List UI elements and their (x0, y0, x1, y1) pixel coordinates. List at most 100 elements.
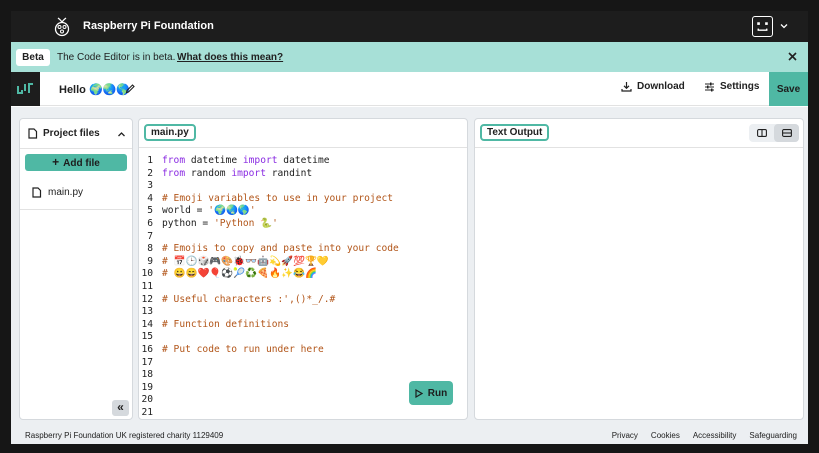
code-line: 1 from datetime import datetime (139, 155, 399, 168)
output-tab-bar: Text Output (475, 119, 803, 148)
code-line: 3 (139, 180, 399, 193)
stacked-view-button[interactable] (774, 124, 799, 142)
run-button[interactable]: Run (409, 381, 453, 405)
code-token: from (162, 167, 186, 179)
workspace: Project files + Add file main.py « main.p… (11, 107, 808, 426)
code-token: world = (162, 205, 209, 217)
code-token: # Function definitions (162, 318, 290, 330)
footer-links: Privacy Cookies Accessibility Safeguardi… (612, 431, 797, 440)
line-number: 9 (147, 255, 153, 267)
line-number: 12 (141, 293, 153, 305)
code-token: # Emoji variables to use in your project (162, 192, 394, 204)
divider (20, 148, 132, 149)
code-line: 6 python = 'Python 🐍' (139, 218, 399, 231)
columns-icon (756, 129, 767, 137)
code-line: 12 # Useful characters :',()*_/.# (139, 294, 399, 307)
settings-button[interactable]: Settings (704, 81, 759, 92)
privacy-link[interactable]: Privacy (612, 431, 638, 440)
divider (20, 209, 132, 210)
project-bar: Hello 🌍🌏🌎 Download Settings Save (11, 72, 808, 106)
download-button[interactable]: Download (621, 81, 685, 92)
code-token: # 📅🕒🎲🎮🎨🐞👓🤖💫🚀💯🏆💛 (162, 255, 329, 267)
tab-main-py[interactable]: main.py (144, 124, 196, 141)
line-number: 2 (147, 167, 153, 179)
save-button[interactable]: Save (769, 72, 808, 106)
line-number: 19 (141, 381, 153, 393)
cookies-link[interactable]: Cookies (651, 431, 680, 440)
close-icon[interactable] (786, 50, 799, 63)
output-panel: Text Output (474, 118, 804, 420)
plus-icon: + (52, 155, 60, 169)
beta-banner: Beta The Code Editor is in beta. What do… (11, 42, 808, 72)
code-line: 4 # Emoji variables to use in your projec… (139, 193, 399, 206)
line-number: 11 (141, 280, 153, 292)
code-token: # 😀😄❤️🎈⚽🎾♻️🍕🔥✨😂🌈 (162, 268, 317, 280)
app-window: Raspberry Pi Foundation Beta The Code Ed… (11, 11, 808, 444)
code-line: 17 (139, 357, 399, 370)
line-number: 3 (147, 180, 153, 192)
line-number: 1 (147, 155, 153, 166)
add-file-button[interactable]: + Add file (25, 154, 127, 171)
code-token: # Useful characters :',()*_/.# (162, 293, 336, 305)
line-number: 7 (147, 230, 153, 242)
chevron-down-icon[interactable] (779, 21, 789, 31)
line-number: 13 (141, 306, 153, 318)
code-line: 18 (139, 369, 399, 382)
file-item-label: main.py (48, 187, 84, 198)
code-token: import (231, 167, 266, 179)
settings-label: Settings (720, 81, 760, 92)
chevron-up-icon[interactable] (117, 130, 126, 139)
code-line: 7 (139, 231, 399, 244)
site-header: Raspberry Pi Foundation (11, 11, 808, 42)
accessibility-link[interactable]: Accessibility (693, 431, 737, 440)
code-token: datetime (185, 155, 243, 166)
beta-info-link[interactable]: What does this mean? (177, 52, 283, 63)
code-line: 16 # Put code to run under here (139, 344, 399, 357)
code-line: 15 (139, 331, 399, 344)
line-number: 10 (141, 268, 153, 280)
code-token: 'Python 🐍' (213, 217, 278, 229)
code-area[interactable]: 1 from datetime import datetime 2 from rand… (139, 155, 399, 419)
code-token: randint (265, 167, 313, 179)
code-token: # Put code to run under here (162, 343, 324, 355)
code-token: from (162, 155, 186, 166)
charity-text: Raspberry Pi Foundation UK registered ch… (25, 431, 224, 440)
line-number: 16 (141, 343, 153, 355)
line-number: 4 (147, 192, 153, 204)
line-number: 14 (141, 318, 153, 330)
code-line: 2 from random import randint (139, 168, 399, 181)
code-token: python = (162, 217, 214, 229)
pencil-icon[interactable] (125, 83, 136, 94)
code-token: datetime (277, 155, 330, 166)
code-editor-logo-icon (17, 83, 33, 94)
line-number: 6 (147, 217, 153, 229)
rows-icon (781, 129, 792, 137)
line-number: 18 (141, 369, 153, 381)
robot-avatar-icon[interactable] (752, 16, 773, 37)
line-number: 21 (141, 406, 153, 418)
line-number: 8 (147, 243, 153, 255)
file-item-main-py[interactable]: main.py (31, 187, 83, 198)
file-icon (32, 187, 42, 198)
code-token: random (185, 167, 232, 179)
code-line: 21 (139, 406, 399, 419)
code-line: 11 (139, 281, 399, 294)
split-view-button[interactable] (749, 124, 774, 142)
safeguarding-link[interactable]: Safeguarding (749, 431, 797, 440)
site-footer: Raspberry Pi Foundation UK registered ch… (11, 426, 808, 444)
code-editor-logo[interactable] (11, 72, 40, 106)
line-number: 17 (141, 356, 153, 368)
project-name: Hello 🌍🌏🌎 (59, 84, 131, 96)
org-name[interactable]: Raspberry Pi Foundation (83, 20, 214, 32)
raspberry-logo-icon[interactable] (52, 16, 72, 38)
code-line: 20 (139, 394, 399, 407)
add-file-label: Add file (63, 158, 100, 169)
code-line: 19 (139, 382, 399, 395)
code-line: 9 # 📅🕒🎲🎮🎨🐞👓🤖💫🚀💯🏆💛 (139, 256, 399, 269)
code-token: '🌍🌏🌎' (208, 205, 256, 217)
collapse-sidebar-button[interactable]: « (112, 400, 129, 416)
tab-text-output[interactable]: Text Output (480, 124, 550, 141)
project-files-title: Project files (27, 128, 100, 139)
sliders-icon (705, 82, 714, 92)
beta-badge: Beta (16, 49, 50, 66)
